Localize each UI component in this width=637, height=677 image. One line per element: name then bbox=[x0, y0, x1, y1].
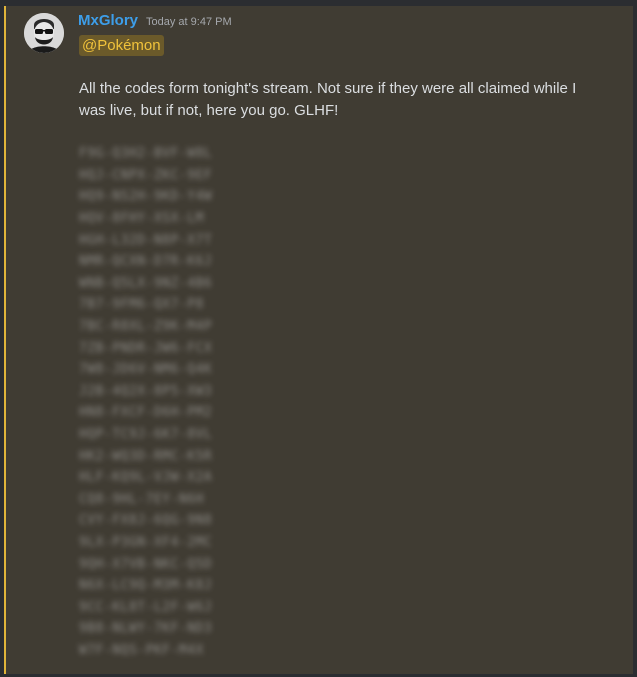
code-line: CQ8-9HL-7EY-N6H bbox=[79, 489, 249, 511]
code-line: 7W8-JD6V-NM6-Q4K bbox=[79, 359, 249, 381]
redacted-code: 9CC-KL8T-L2F-W6J bbox=[79, 599, 213, 615]
message-text: All the codes form tonight's stream. Not… bbox=[79, 80, 577, 119]
code-line: HGH-L32D-N8P-X7T bbox=[79, 229, 249, 251]
redacted-code: N6X-LC9Q-M3M-K8J bbox=[79, 578, 213, 594]
redacted-code: HQ9-NS2H-9KD-Y4W bbox=[79, 189, 213, 205]
redacted-code: HQJ-CNPX-ZKC-9EF bbox=[79, 167, 213, 183]
code-line: 7ZB-PNDR-JW6-FCX bbox=[79, 337, 249, 359]
redacted-code: 7ZB-PNDR-JW6-FCX bbox=[79, 340, 213, 356]
code-line: F9G-Q3H2-BVF-W8L bbox=[79, 143, 249, 165]
code-line: J2B-4Q2X-8P5-XW3 bbox=[79, 381, 249, 403]
code-line: HLF-KQ9L-VJW-X2A bbox=[79, 467, 249, 489]
code-line: HQP-TC9J-6K7-8VL bbox=[79, 424, 249, 446]
redacted-code: 9QH-X7VB-NKC-Q5D bbox=[79, 556, 213, 572]
code-line: HK2-WQ3D-RMC-K5R bbox=[79, 445, 249, 467]
redacted-code: 7BC-R8XL-Z9K-M4P bbox=[79, 319, 213, 335]
redacted-code: WNB-Q5LX-9NZ-4B6 bbox=[79, 275, 213, 291]
code-line: HQV-8FHY-XSX-LM bbox=[79, 208, 249, 230]
code-line: WNB-Q5LX-9NZ-4B6 bbox=[79, 273, 249, 295]
code-line: 9QH-X7VB-NKC-Q5D bbox=[79, 553, 249, 575]
redacted-code: HLF-KQ9L-VJW-X2A bbox=[79, 470, 213, 486]
redacted-code: 7B7-9FM6-QX7-P8 bbox=[79, 297, 204, 313]
code-line: N6X-LC9Q-M3M-K8J bbox=[79, 575, 249, 597]
redacted-code: F9G-Q3H2-BVF-W8L bbox=[79, 146, 213, 162]
author-name[interactable]: MxGlory bbox=[78, 12, 138, 29]
code-line: 9LX-P3GN-XF4-2MC bbox=[79, 532, 249, 554]
redacted-code: 9B8-NLWY-7KF-ND3 bbox=[79, 621, 213, 637]
redacted-code: HQP-TC9J-6K7-8VL bbox=[79, 427, 213, 443]
redacted-code: HN8-FXCF-D6H-PM2 bbox=[79, 405, 213, 421]
redacted-code: 7W8-JD6V-NM6-Q4K bbox=[79, 362, 213, 378]
code-line: HN8-FXCF-D6H-PM2 bbox=[79, 402, 249, 424]
code-line: 9B8-NLWY-7KF-ND3 bbox=[79, 618, 249, 640]
code-line: HQ9-NS2H-9KD-Y4W bbox=[79, 186, 249, 208]
code-line: 7B7-9FM6-QX7-P8 bbox=[79, 294, 249, 316]
code-line: W7F-NQS-PKF-M4X bbox=[79, 640, 249, 662]
avatar[interactable] bbox=[24, 13, 64, 53]
redacted-code: 9LX-P3GN-XF4-2MC bbox=[79, 534, 213, 550]
redacted-code: NMR-QCXN-D7R-K6J bbox=[79, 254, 213, 270]
message-timestamp: Today at 9:47 PM bbox=[146, 16, 232, 28]
redacted-code: J2B-4Q2X-8P5-XW3 bbox=[79, 383, 213, 399]
message-header: MxGlory Today at 9:47 PM bbox=[78, 12, 232, 29]
redacted-code: CVY-FX8J-6QG-9N8 bbox=[79, 513, 213, 529]
code-line: 9CC-KL8T-L2F-W6J bbox=[79, 596, 249, 618]
code-line: CVY-FX8J-6QG-9N8 bbox=[79, 510, 249, 532]
code-line: HQJ-CNPX-ZKC-9EF bbox=[79, 165, 249, 187]
redacted-code: HK2-WQ3D-RMC-K5R bbox=[79, 448, 213, 464]
redacted-code: W7F-NQS-PKF-M4X bbox=[79, 642, 204, 658]
redacted-code: HQV-8FHY-XSX-LM bbox=[79, 211, 204, 227]
code-list: F9G-Q3H2-BVF-W8L HQJ-CNPX-ZKC-9EF HQ9-NS2H… bbox=[79, 143, 249, 661]
code-line: 7BC-R8XL-Z9K-M4P bbox=[79, 316, 249, 338]
role-mention[interactable]: @Pokémon bbox=[79, 35, 164, 56]
message: MxGlory Today at 9:47 PM @Pokémon All th… bbox=[4, 6, 633, 674]
redacted-code: CQ8-9HL-7EY-N6H bbox=[79, 491, 204, 507]
redacted-code: HGH-L32D-N8P-X7T bbox=[79, 232, 213, 248]
avatar-image bbox=[24, 13, 64, 53]
code-line: NMR-QCXN-D7R-K6J bbox=[79, 251, 249, 273]
